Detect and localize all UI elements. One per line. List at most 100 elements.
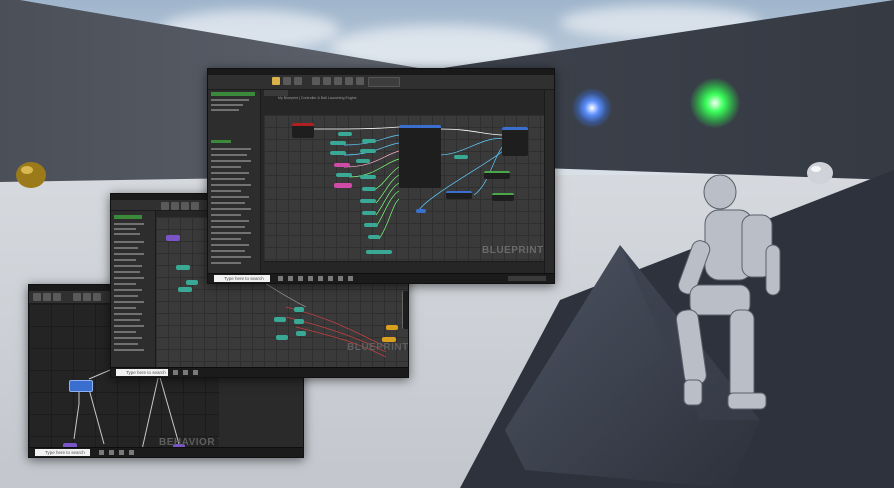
taskbar: Type here to search xyxy=(29,447,303,457)
compile-button[interactable] xyxy=(272,77,280,85)
blueprint-node[interactable] xyxy=(274,317,286,322)
blueprint-node[interactable] xyxy=(356,159,370,163)
taskbar-app-icon[interactable] xyxy=(348,276,353,281)
taskbar-app-icon[interactable] xyxy=(288,276,293,281)
blueprint-watermark-main: BLUEPRINT xyxy=(482,245,544,256)
toolbar-button[interactable] xyxy=(73,293,81,301)
blueprint-node[interactable] xyxy=(362,187,376,191)
taskbar-app-icon[interactable] xyxy=(338,276,343,281)
taskbar-app-icon[interactable] xyxy=(193,370,198,375)
blueprint-node-function[interactable] xyxy=(399,125,441,188)
blueprint-node[interactable] xyxy=(176,265,190,270)
panel-row xyxy=(211,172,249,174)
panel-row xyxy=(211,220,249,222)
settings-button[interactable] xyxy=(323,77,331,85)
blueprint-node[interactable] xyxy=(386,325,398,330)
system-tray[interactable] xyxy=(508,276,546,281)
taskbar-app-icon[interactable] xyxy=(109,450,114,455)
taskbar-app-icon[interactable] xyxy=(99,450,104,455)
panel-row xyxy=(211,184,251,186)
blueprint-node-event[interactable] xyxy=(292,123,314,138)
blueprint-node[interactable] xyxy=(338,132,352,136)
taskbar-search[interactable]: Type here to search xyxy=(116,369,168,376)
taskbar-search[interactable]: Type here to search xyxy=(35,449,90,456)
panel-row xyxy=(114,325,144,327)
blueprint-node-function[interactable] xyxy=(402,291,408,329)
save-button[interactable] xyxy=(283,77,291,85)
blueprint-node[interactable] xyxy=(366,250,392,254)
panel-row xyxy=(211,226,245,228)
taskbar-app-icon[interactable] xyxy=(308,276,313,281)
blueprint-node[interactable] xyxy=(360,175,376,179)
blueprint-graph-main[interactable] xyxy=(264,115,544,261)
blueprint-node[interactable] xyxy=(484,171,510,179)
blueprint-node[interactable] xyxy=(276,335,288,340)
panel-row xyxy=(114,253,144,255)
blueprint-node[interactable] xyxy=(368,235,380,239)
panel-row xyxy=(114,331,136,333)
panel-row xyxy=(114,247,138,249)
blueprint-node[interactable] xyxy=(296,331,306,336)
blueprint-node[interactable] xyxy=(362,211,376,215)
panel-row xyxy=(114,283,136,285)
toolbar-button[interactable] xyxy=(161,202,169,210)
blueprint-node-event[interactable] xyxy=(166,235,180,241)
taskbar-app-icon[interactable] xyxy=(318,276,323,281)
debug-dropdown[interactable] xyxy=(368,77,400,87)
toolbar-button[interactable] xyxy=(171,202,179,210)
blueprint-node[interactable] xyxy=(294,319,304,324)
play-button[interactable] xyxy=(356,77,364,85)
simulate-button[interactable] xyxy=(345,77,353,85)
blueprint-node[interactable] xyxy=(330,141,346,145)
panel-row xyxy=(211,148,251,150)
toolbar-button[interactable] xyxy=(43,293,51,301)
toolbar-button[interactable] xyxy=(93,293,101,301)
toolbar-button[interactable] xyxy=(191,202,199,210)
panel-row xyxy=(211,196,249,198)
blueprint-node[interactable] xyxy=(446,191,472,199)
taskbar-search-placeholder: Type here to search xyxy=(45,450,85,455)
toolbar-button[interactable] xyxy=(33,293,41,301)
panel-row xyxy=(211,244,249,246)
toolbar-button[interactable] xyxy=(181,202,189,210)
blueprint-node[interactable] xyxy=(360,199,376,203)
panel-row xyxy=(211,104,243,106)
blueprint-node[interactable] xyxy=(454,155,468,159)
find-button[interactable] xyxy=(312,77,320,85)
defaults-button[interactable] xyxy=(334,77,342,85)
taskbar: Type here to search xyxy=(111,367,408,377)
taskbar-search-placeholder: Type here to search xyxy=(224,276,264,281)
blueprint-node[interactable] xyxy=(416,209,426,213)
toolbar-button[interactable] xyxy=(53,293,61,301)
blueprint-node[interactable] xyxy=(334,163,350,167)
blueprint-node[interactable] xyxy=(362,139,376,143)
taskbar-app-icon[interactable] xyxy=(129,450,134,455)
taskbar-app-icon[interactable] xyxy=(183,370,188,375)
blueprint-node[interactable] xyxy=(294,307,304,312)
blueprint-node[interactable] xyxy=(492,193,514,201)
taskbar-app-icon[interactable] xyxy=(328,276,333,281)
right-scrollbar[interactable] xyxy=(544,90,554,274)
taskbar-app-icon[interactable] xyxy=(298,276,303,281)
taskbar-app-icon[interactable] xyxy=(278,276,283,281)
blueprint-node[interactable] xyxy=(334,183,352,188)
blueprint-node-function[interactable] xyxy=(502,127,528,156)
panel-row xyxy=(211,154,247,156)
blueprint-node[interactable] xyxy=(330,151,346,155)
panel-row xyxy=(211,262,241,264)
browse-button[interactable] xyxy=(294,77,302,85)
taskbar-app-icon[interactable] xyxy=(119,450,124,455)
panel-row xyxy=(211,214,241,216)
taskbar-app-icon[interactable] xyxy=(173,370,178,375)
behavior-node-selector[interactable] xyxy=(69,380,93,392)
toolbar-button[interactable] xyxy=(83,293,91,301)
blueprint-node[interactable] xyxy=(186,280,198,285)
blueprint-node[interactable] xyxy=(336,173,352,177)
blueprint-node[interactable] xyxy=(360,149,376,153)
taskbar-search[interactable]: Type here to search xyxy=(214,275,270,282)
panel-row xyxy=(211,232,251,234)
taskbar-search-placeholder: Type here to search xyxy=(126,370,166,375)
blueprint-watermark-secondary: BLUEPRINT xyxy=(347,342,409,353)
blueprint-node[interactable] xyxy=(178,287,192,292)
blueprint-node[interactable] xyxy=(364,223,378,227)
